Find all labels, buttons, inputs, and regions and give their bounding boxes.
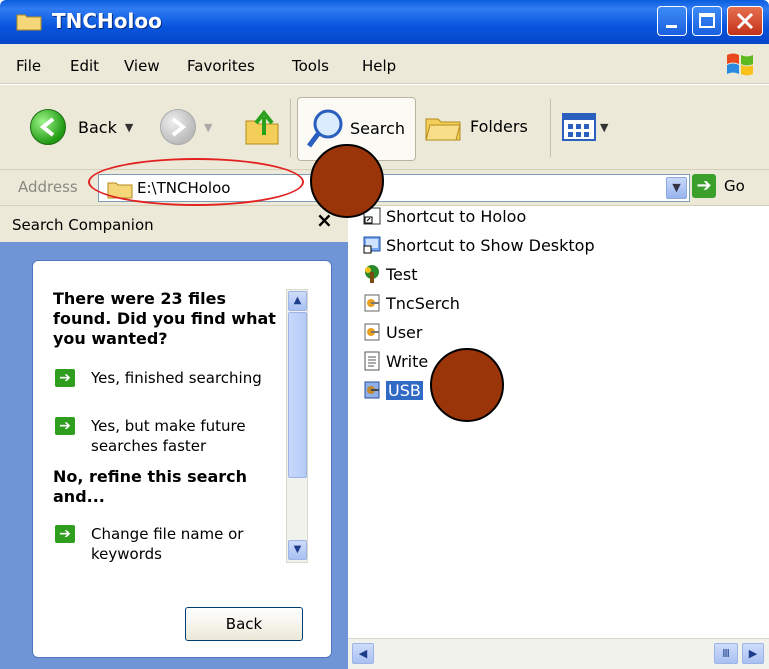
- folders-icon: [425, 118, 461, 141]
- back-label: Back: [78, 117, 117, 137]
- toolbar: Back ▼ ▼ Search Folders ▼: [0, 85, 769, 170]
- search-companion-header: Search Companion ×: [0, 206, 348, 242]
- option-change-file-name[interactable]: Change file name or keywords: [91, 524, 291, 564]
- list-item[interactable]: Test: [362, 264, 418, 284]
- desktop-shortcut-icon: [363, 236, 381, 254]
- search-icon: [307, 109, 343, 148]
- address-highlight-annotation: [88, 158, 304, 206]
- minimize-button[interactable]: [657, 6, 687, 36]
- file-name: USB: [386, 380, 423, 400]
- menu-file[interactable]: File: [16, 57, 41, 75]
- list-item[interactable]: TncSerch: [362, 293, 460, 313]
- windows-logo-icon: [727, 53, 753, 76]
- address-dropdown-button[interactable]: ▼: [666, 177, 687, 199]
- app-icon: [365, 265, 379, 283]
- file-list: Shortcut to Holoo Shortcut to Show Deskt…: [348, 206, 769, 669]
- search-label: Search: [350, 119, 405, 138]
- menu-tools[interactable]: Tools: [292, 57, 329, 75]
- folders-label: Folders: [470, 116, 528, 136]
- search-back-button[interactable]: Back: [185, 607, 303, 641]
- forward-arrow-icon: [160, 109, 196, 145]
- list-item[interactable]: Write: [362, 351, 428, 371]
- go-label: Go: [724, 177, 745, 195]
- views-icon: [562, 113, 596, 141]
- folder-icon: [16, 14, 42, 31]
- config-file-icon: [364, 323, 380, 341]
- file-name: Test: [386, 264, 418, 284]
- maximize-icon: [699, 13, 715, 28]
- file-name: TncSerch: [386, 293, 460, 313]
- scroll-left-icon[interactable]: ◀: [352, 643, 374, 664]
- file-name: User: [386, 322, 423, 342]
- text-file-icon: [364, 351, 380, 371]
- maximize-button[interactable]: [692, 6, 722, 36]
- address-label: Address: [18, 178, 78, 196]
- dropdown-arrow-icon: ▼: [204, 120, 213, 134]
- file-name: Shortcut to Show Desktop: [386, 235, 595, 255]
- list-item[interactable]: Shortcut to Show Desktop: [362, 235, 595, 255]
- minimize-icon: [666, 25, 677, 28]
- file-name: Write: [386, 351, 429, 371]
- horizontal-scrollbar[interactable]: ◀ Ⅲ ▶: [348, 638, 769, 669]
- annotation-marker: [430, 348, 504, 422]
- close-icon: [736, 12, 754, 30]
- window-title: TNCHoloo: [52, 9, 162, 33]
- refine-heading: No, refine this search and...: [53, 467, 247, 506]
- vertical-scrollbar[interactable]: ▲ ▼: [286, 289, 308, 563]
- folders-button[interactable]: Folders: [424, 109, 528, 143]
- back-arrow-icon: [30, 109, 66, 145]
- dropdown-arrow-icon: ▼: [600, 120, 609, 134]
- menu-favorites[interactable]: Favorites: [187, 57, 255, 75]
- scroll-right-icon[interactable]: ▶: [742, 643, 764, 664]
- config-file-icon: [364, 381, 380, 399]
- scroll-thumb[interactable]: Ⅲ: [714, 643, 738, 664]
- forward-button[interactable]: ▼: [160, 109, 212, 145]
- green-arrow-icon: ➔: [55, 417, 75, 435]
- back-button[interactable]: Back ▼: [30, 109, 133, 145]
- up-folder-icon[interactable]: [242, 105, 282, 147]
- scroll-up-icon[interactable]: ▲: [288, 291, 307, 311]
- list-item[interactable]: Shortcut to Holoo: [362, 206, 526, 226]
- go-arrow-icon: ➔: [692, 174, 716, 198]
- green-arrow-icon: ➔: [55, 525, 75, 543]
- dropdown-arrow-icon: ▼: [124, 120, 134, 134]
- scroll-down-icon[interactable]: ▼: [288, 540, 307, 560]
- menu-help[interactable]: Help: [362, 57, 396, 75]
- menu-edit[interactable]: Edit: [70, 57, 99, 75]
- option-finished-searching[interactable]: Yes, finished searching: [91, 368, 291, 388]
- search-companion-panel: There were 23 files found. Did you find …: [0, 242, 348, 669]
- config-file-icon: [364, 294, 380, 312]
- option-faster-searches[interactable]: Yes, but make future searches faster: [91, 416, 291, 456]
- annotation-marker: [310, 144, 384, 218]
- result-count-text: There were 23 files found. Did you find …: [53, 289, 276, 348]
- go-button[interactable]: ➔ Go: [692, 174, 745, 198]
- close-button[interactable]: [727, 6, 763, 36]
- menu-view[interactable]: View: [124, 57, 160, 75]
- green-arrow-icon: ➔: [55, 369, 75, 387]
- views-button[interactable]: ▼: [562, 113, 608, 141]
- list-item-selected[interactable]: USB: [362, 380, 423, 400]
- menu-bar: File Edit View Favorites Tools Help: [0, 44, 769, 84]
- list-item[interactable]: User: [362, 322, 422, 342]
- title-bar: TNCHoloo: [0, 0, 769, 44]
- file-name: Shortcut to Holoo: [386, 206, 527, 226]
- scroll-thumb[interactable]: [288, 312, 307, 478]
- search-results-card: There were 23 files found. Did you find …: [32, 260, 332, 658]
- search-companion-title: Search Companion: [12, 216, 154, 234]
